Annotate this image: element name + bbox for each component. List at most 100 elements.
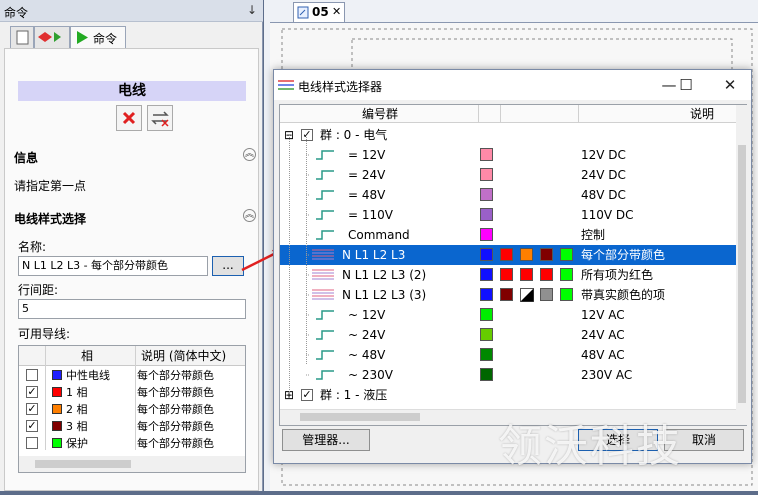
multi-wire-icon (312, 249, 334, 260)
wire-checkbox[interactable]: ✓ (26, 420, 38, 432)
close-tab-icon[interactable]: ✕ (332, 5, 341, 18)
wire-row[interactable]: ✓ 2 相 每个部分带颜色 (19, 401, 245, 418)
wire-color-swatch (52, 370, 62, 380)
wire-row[interactable]: ✓ 3 相 每个部分带颜色 (19, 418, 245, 435)
color-swatch (480, 188, 493, 201)
color-swatch (480, 148, 493, 161)
wire-checkbox[interactable] (26, 437, 38, 449)
single-wire-icon (316, 170, 334, 180)
symbols-icon (38, 32, 61, 42)
wire-style-desc: 控制 (581, 228, 606, 242)
wire-phase: 3 相 (66, 420, 88, 433)
swap-icon (151, 111, 169, 127)
wire-row[interactable]: ✓ 1 相 每个部分带颜色 (19, 384, 245, 401)
wire-style-icon (278, 80, 294, 90)
hscroll-thumb[interactable] (300, 413, 420, 421)
panel-titlebar: 命令 ↓ (0, 0, 263, 22)
wire-style-name: N L1 L2 L3 (3) (342, 288, 427, 302)
swap-direction-button[interactable] (147, 105, 173, 131)
group-row-electrical[interactable]: ⊟ ✓ 群 : 0 - 电气 (280, 125, 736, 145)
wire-style-desc: 12V AC (581, 308, 625, 322)
wire-row[interactable]: 保护 每个部分带颜色 (19, 435, 245, 452)
single-wire-icon (316, 310, 334, 320)
wire-style-dialog: 电线样式选择器 — ☐ ✕ 编号群 说明 ⊟ ✓ 群 : 0 - 电气 ⊞ ✓ … (273, 69, 752, 464)
color-swatch (540, 268, 553, 281)
document-icon (16, 30, 29, 45)
wires-label: 可用导线: (18, 327, 71, 341)
col-desc-header[interactable]: 说明 (690, 105, 714, 123)
wire-style-row[interactable]: = 48V 48V DC (280, 185, 736, 205)
wire-style-desc: 110V DC (581, 208, 634, 222)
tab-drawing[interactable] (10, 26, 34, 48)
grid-col-desc[interactable]: 说明 (简体中文) (141, 346, 227, 366)
wire-desc: 每个部分带颜色 (137, 369, 214, 382)
collapse-chevron-icon[interactable]: ︽ (243, 148, 256, 161)
info-text: 请指定第一点 (14, 179, 87, 193)
wire-phase: 1 相 (66, 386, 88, 399)
wire-style-row[interactable]: ~ 24V 24V AC (280, 325, 736, 345)
wire-row[interactable]: 中性电线 每个部分带颜色 (19, 367, 245, 384)
watermark: 领沃科技 (498, 421, 682, 472)
wire-style-desc: 24V AC (581, 328, 625, 342)
pin-icon[interactable]: ↓ (247, 3, 257, 17)
wire-style-desc: 所有项为红色 (581, 268, 654, 282)
single-wire-icon (316, 350, 334, 360)
wire-phase: 保护 (66, 437, 88, 450)
group-label: 群 : 1 - 液压 (320, 388, 388, 402)
wire-style-row[interactable]: = 24V 24V DC (280, 165, 736, 185)
wire-style-row[interactable]: Command 控制 (280, 225, 736, 245)
wire-style-name: ~ 24V (348, 328, 386, 342)
color-swatch (480, 368, 493, 381)
color-swatch (540, 248, 553, 261)
wire-desc: 每个部分带颜色 (137, 386, 214, 399)
close-icon[interactable]: ✕ (715, 72, 745, 98)
col-group-header[interactable]: 编号群 (362, 105, 398, 123)
wire-checkbox[interactable] (26, 369, 38, 381)
color-swatch (500, 288, 513, 301)
manager-button[interactable]: 管理器... (282, 429, 370, 451)
color-swatch (480, 348, 493, 361)
single-wire-icon (316, 190, 334, 200)
wire-style-desc: 12V DC (581, 148, 626, 162)
wire-style-row[interactable]: ~ 230V 230V AC (280, 365, 736, 385)
tab-command[interactable]: 命令 (70, 26, 126, 48)
vscroll-thumb[interactable] (738, 145, 746, 403)
collapse-chevron-icon[interactable]: ︽ (243, 209, 256, 222)
wire-color-swatch (52, 421, 62, 431)
style-tree: 编号群 说明 ⊟ ✓ 群 : 0 - 电气 ⊞ ✓ 群 : 1 - 液压 = 1… (279, 104, 748, 426)
wire-style-name: = 24V (348, 168, 386, 182)
command-heading: 电线 (18, 81, 246, 101)
wire-style-row[interactable]: = 110V 110V DC (280, 205, 736, 225)
spacing-input[interactable]: 5 (18, 299, 246, 319)
wire-style-desc: 24V DC (581, 168, 626, 182)
single-wire-icon (316, 210, 334, 220)
wire-style-row[interactable]: N L1 L2 L3 (2) 所有项为红色 (280, 265, 736, 285)
wire-style-desc: 带真实颜色的项 (581, 288, 666, 302)
color-swatch (560, 288, 573, 301)
dialog-title: 电线样式选择器 (298, 80, 383, 94)
wire-style-row[interactable]: = 12V 12V DC (280, 145, 736, 165)
grid-col-phase[interactable]: 相 (81, 346, 94, 366)
wire-checkbox[interactable]: ✓ (26, 386, 38, 398)
wire-style-row[interactable]: ~ 12V 12V AC (280, 305, 736, 325)
tree-header: 编号群 说明 (280, 105, 736, 123)
document-tab[interactable]: 05 ✕ (293, 2, 345, 22)
maximize-icon[interactable]: ☐ (671, 72, 701, 98)
wire-style-row[interactable]: N L1 L2 L3 每个部分带颜色 (280, 245, 736, 265)
tree-lines (289, 135, 310, 395)
style-name-field[interactable]: N L1 L2 L3 - 每个部分带颜色 (18, 256, 208, 276)
x-icon (122, 111, 136, 125)
wire-checkbox[interactable]: ✓ (26, 403, 38, 415)
cancel-command-button[interactable] (116, 105, 142, 131)
color-swatch (480, 328, 493, 341)
command-panel: 命令 ↓ 命令 电线 信息 ︽ 请指定第一点 电线样式选择 ︽ 名称: N L1… (0, 0, 263, 491)
group-row-hydraulic[interactable]: ⊞ ✓ 群 : 1 - 液压 (280, 385, 736, 405)
tab-symbols[interactable] (34, 26, 70, 48)
color-swatch (480, 208, 493, 221)
dialog-titlebar: 电线样式选择器 — ☐ ✕ (274, 70, 751, 100)
wire-style-name: ~ 12V (348, 308, 386, 322)
wire-style-row[interactable]: N L1 L2 L3 (3) 带真实颜色的项 (280, 285, 736, 305)
wire-style-desc: 48V AC (581, 348, 625, 362)
grid-hscrollbar[interactable] (19, 456, 245, 472)
wire-style-row[interactable]: ~ 48V 48V AC (280, 345, 736, 365)
